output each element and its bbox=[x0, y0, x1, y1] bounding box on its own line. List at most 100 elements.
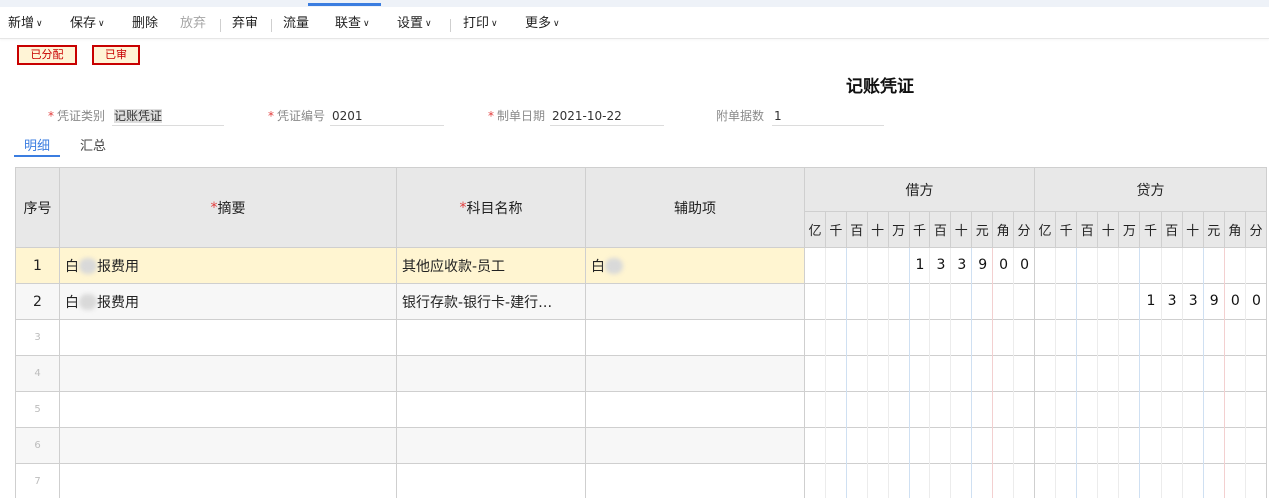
debit-unit-header: 亿 bbox=[805, 212, 826, 248]
unit-label: 百 bbox=[933, 224, 947, 239]
status-badge-allocated: 已分配 bbox=[17, 45, 77, 65]
debit-unit-header: 千 bbox=[825, 212, 847, 248]
row-summary[interactable] bbox=[60, 356, 397, 392]
digit-separator bbox=[1139, 248, 1141, 498]
attachments-field[interactable]: 1 bbox=[772, 106, 884, 126]
debit-unit-header: 百 bbox=[930, 212, 952, 248]
row-aux[interactable] bbox=[586, 284, 805, 320]
digit-separator bbox=[845, 248, 847, 498]
row-credit[interactable] bbox=[1035, 428, 1267, 464]
digit-separator bbox=[1055, 248, 1057, 498]
voucher-grid: 序号 * 摘要 * 科目名称 辅助项 借方 贷方亿亿千千百百十十万万千千百百十十元元角角分分 1… bbox=[15, 167, 1267, 498]
row-summary[interactable] bbox=[60, 464, 397, 498]
toolbar-divider bbox=[450, 19, 451, 32]
amount-digit: 9 bbox=[978, 257, 988, 273]
row-credit[interactable] bbox=[1035, 392, 1267, 428]
row-debit[interactable] bbox=[805, 428, 1035, 464]
toolbar-discard-button[interactable]: 放弃 bbox=[180, 15, 206, 33]
unit-label: 十 bbox=[871, 224, 885, 239]
required-mark: * bbox=[210, 199, 218, 216]
debit-unit-header: 分 bbox=[1014, 212, 1035, 248]
toolbar-settings-button[interactable]: 设置 ∨ bbox=[397, 15, 432, 33]
credit-unit-header: 十 bbox=[1098, 212, 1120, 248]
row-credit[interactable] bbox=[1035, 464, 1267, 498]
chevron-down-icon: ∨ bbox=[553, 19, 560, 29]
tab-detail[interactable]: 明细 bbox=[24, 135, 50, 154]
row-aux[interactable] bbox=[586, 392, 805, 428]
row-debit[interactable] bbox=[805, 464, 1035, 498]
row-credit[interactable] bbox=[1035, 356, 1267, 392]
voucher-type-field[interactable]: 记账凭证 bbox=[112, 106, 224, 126]
header-debit-label: 借方 bbox=[905, 182, 934, 199]
amount-digit: 0 bbox=[1251, 293, 1261, 309]
unit-label: 角 bbox=[1228, 224, 1242, 239]
date-field[interactable]: 2021-10-22 bbox=[550, 106, 664, 126]
unit-label: 万 bbox=[1122, 224, 1136, 239]
row-seq-label: 4 bbox=[34, 368, 41, 379]
aux-value: 白 bbox=[591, 258, 605, 275]
row-summary[interactable] bbox=[60, 320, 397, 356]
credit-unit-header: 千 bbox=[1140, 212, 1162, 248]
voucher-no-field[interactable]: 0201 bbox=[330, 106, 444, 126]
toolbar-unaudit-button[interactable]: 弃审 bbox=[232, 15, 258, 33]
row-account[interactable] bbox=[397, 464, 586, 498]
row-summary[interactable]: 白 报费用 bbox=[60, 248, 397, 284]
row-aux[interactable] bbox=[586, 320, 805, 356]
row-credit[interactable] bbox=[1035, 320, 1267, 356]
row-aux[interactable] bbox=[586, 428, 805, 464]
chevron-down-icon: ∨ bbox=[98, 19, 105, 29]
toolbar-flow-button[interactable]: 流量 bbox=[283, 15, 309, 33]
tab-underline bbox=[14, 155, 60, 157]
row-account[interactable] bbox=[397, 392, 586, 428]
toolbar-delete-button[interactable]: 删除 bbox=[132, 15, 158, 33]
row-credit[interactable] bbox=[1035, 248, 1267, 284]
digit-separator bbox=[950, 248, 952, 498]
digit-separator bbox=[866, 248, 868, 498]
toolbar-settings-label: 设置 bbox=[397, 16, 424, 31]
row-seq-label: 2 bbox=[33, 293, 42, 310]
unit-label: 分 bbox=[1017, 224, 1031, 239]
date-label: * 制单日期 bbox=[488, 109, 546, 123]
toolbar-delete-label: 删除 bbox=[132, 16, 159, 31]
toolbar-more-label: 更多 bbox=[525, 16, 552, 31]
amount-digit: 1 bbox=[915, 257, 925, 273]
toolbar-linked-query-button[interactable]: 联查 ∨ bbox=[335, 15, 370, 33]
toolbar-more-button[interactable]: 更多 ∨ bbox=[525, 15, 560, 33]
header-aux-label: 辅助项 bbox=[674, 200, 716, 217]
toolbar-add-button[interactable]: 新增 ∨ bbox=[8, 15, 43, 33]
row-debit[interactable] bbox=[805, 392, 1035, 428]
amount-digit: 3 bbox=[1167, 293, 1177, 309]
row-account[interactable]: 其他应收款-员工 bbox=[397, 248, 586, 284]
row-debit[interactable] bbox=[805, 320, 1035, 356]
unit-label: 亿 bbox=[808, 224, 822, 239]
voucher-type-label: * 凭证类别 bbox=[48, 109, 106, 123]
row-account[interactable] bbox=[397, 320, 586, 356]
unit-label: 百 bbox=[1165, 224, 1179, 239]
row-summary[interactable]: 白 报费用 bbox=[60, 284, 397, 320]
unit-label: 元 bbox=[975, 224, 989, 239]
row-aux[interactable] bbox=[586, 464, 805, 498]
digit-separator bbox=[1181, 248, 1183, 498]
row-aux[interactable] bbox=[586, 356, 805, 392]
row-account[interactable]: 银行存款-银行卡-建行… bbox=[397, 284, 586, 320]
voucher-no-label: * 凭证编号 bbox=[268, 109, 326, 123]
row-aux[interactable]: 白 bbox=[586, 248, 805, 284]
row-account[interactable] bbox=[397, 428, 586, 464]
header-credit: 贷方 bbox=[1035, 168, 1267, 212]
row-debit[interactable] bbox=[805, 284, 1035, 320]
digit-separator bbox=[1202, 248, 1204, 498]
toolbar-save-button[interactable]: 保存 ∨ bbox=[70, 15, 105, 33]
amount-digit: 1 bbox=[1146, 293, 1156, 309]
row-account[interactable] bbox=[397, 356, 586, 392]
row-summary[interactable] bbox=[60, 392, 397, 428]
row-debit[interactable] bbox=[805, 356, 1035, 392]
digit-separator bbox=[908, 248, 910, 498]
row-seq-label: 5 bbox=[34, 404, 41, 415]
digit-separator bbox=[1013, 248, 1015, 498]
row-seq: 2 bbox=[16, 284, 60, 320]
row-summary[interactable] bbox=[60, 428, 397, 464]
row-seq-label: 1 bbox=[33, 257, 42, 274]
digit-separator bbox=[1160, 248, 1162, 498]
toolbar-print-button[interactable]: 打印 ∨ bbox=[463, 15, 498, 33]
tab-summary[interactable]: 汇总 bbox=[80, 135, 106, 154]
